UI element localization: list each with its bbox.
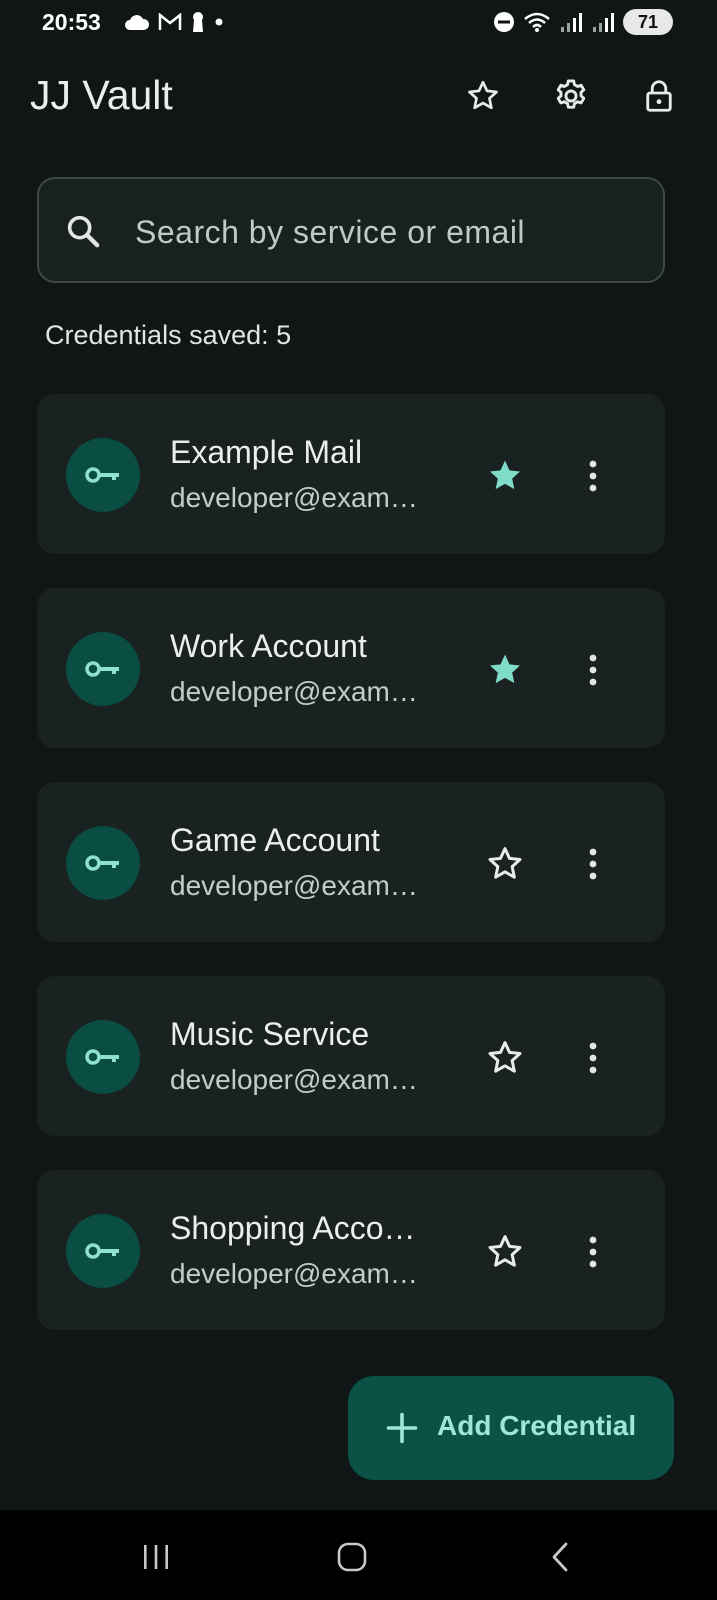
back-button[interactable] (530, 1532, 590, 1582)
credential-card[interactable]: Work Account developer@exam… (37, 588, 665, 748)
more-vert-icon (589, 1042, 597, 1074)
app-title: JJ Vault (30, 72, 173, 118)
status-notification-icons (124, 10, 224, 34)
star-outline-icon (468, 80, 498, 110)
avatar (66, 1214, 140, 1288)
star-outline-icon (488, 1041, 522, 1073)
plus-icon (386, 1412, 418, 1444)
search-input[interactable] (133, 207, 637, 257)
home-button[interactable] (322, 1532, 382, 1582)
status-time: 20:53 (42, 9, 101, 35)
credential-card[interactable]: Game Account developer@exam… (37, 782, 665, 942)
credential-service: Example Mail (170, 434, 363, 470)
credential-email: developer@exam… (170, 482, 418, 513)
key-icon (85, 1049, 119, 1065)
system-navigation-bar (0, 1510, 717, 1600)
home-icon (337, 1542, 367, 1572)
credential-service: Work Account (170, 628, 367, 664)
avatar (66, 826, 140, 900)
credential-email: developer@exam… (170, 1258, 418, 1289)
do-not-disturb-icon (494, 12, 514, 32)
more-vert-icon (589, 1236, 597, 1268)
recent-apps-button[interactable] (126, 1532, 186, 1582)
key-icon (85, 855, 119, 871)
credential-card[interactable]: Example Mail developer@exam… (37, 394, 665, 554)
favorites-button[interactable] (457, 70, 509, 122)
more-vert-icon (589, 460, 597, 492)
key-icon (85, 661, 119, 677)
avatar (66, 1020, 140, 1094)
credential-service: Game Account (170, 822, 380, 858)
favorite-toggle-button[interactable] (479, 838, 531, 890)
more-options-button[interactable] (567, 838, 619, 890)
gmail-icon (158, 13, 182, 30)
search-box[interactable] (37, 177, 665, 283)
status-bar: 20:53 71 (0, 0, 717, 44)
credential-email: developer@exam… (170, 1064, 418, 1095)
signal-icon (561, 13, 582, 32)
star-outline-icon (488, 1235, 522, 1267)
add-credential-button[interactable]: Add Credential (348, 1376, 674, 1480)
star-filled-icon (490, 460, 520, 490)
lock-vault-button[interactable] (633, 70, 685, 122)
lock-icon (646, 80, 672, 112)
credential-service: Music Service (170, 1016, 370, 1052)
credential-email: developer@exam… (170, 676, 418, 707)
keyhole-icon (193, 12, 203, 32)
battery-indicator: 71 (623, 9, 673, 35)
back-icon (552, 1542, 568, 1572)
more-options-button[interactable] (567, 1032, 619, 1084)
status-system-icons: 71 (493, 9, 673, 35)
cloud-icon (125, 15, 150, 30)
app-bar: JJ Vault (0, 56, 717, 136)
search-icon (67, 215, 100, 248)
recent-apps-icon (144, 1545, 168, 1569)
more-vert-icon (589, 654, 597, 686)
add-credential-label: Add Credential (437, 1410, 637, 1441)
more-options-button[interactable] (567, 1226, 619, 1278)
settings-gear-icon (556, 79, 586, 109)
avatar (66, 438, 140, 512)
wifi-icon (524, 12, 550, 32)
credentials-count: Credentials saved: 5 (45, 320, 292, 350)
credential-card[interactable]: Shopping Acco… developer@exam… (37, 1170, 665, 1330)
more-vert-icon (589, 848, 597, 880)
star-filled-icon (490, 654, 520, 684)
credential-email: developer@exam… (170, 870, 418, 901)
battery-level: 71 (637, 11, 659, 32)
credential-service: Shopping Acco… (170, 1210, 416, 1246)
avatar (66, 632, 140, 706)
favorite-toggle-button[interactable] (479, 644, 531, 696)
signal-icon-2 (593, 13, 614, 32)
dot-icon (215, 18, 223, 26)
star-outline-icon (488, 847, 522, 879)
credential-card[interactable]: Music Service developer@exam… (37, 976, 665, 1136)
key-icon (85, 1243, 119, 1259)
favorite-toggle-button[interactable] (479, 450, 531, 502)
more-options-button[interactable] (567, 644, 619, 696)
favorite-toggle-button[interactable] (479, 1226, 531, 1278)
more-options-button[interactable] (567, 450, 619, 502)
key-icon (85, 467, 119, 483)
favorite-toggle-button[interactable] (479, 1032, 531, 1084)
settings-button[interactable] (545, 70, 597, 122)
